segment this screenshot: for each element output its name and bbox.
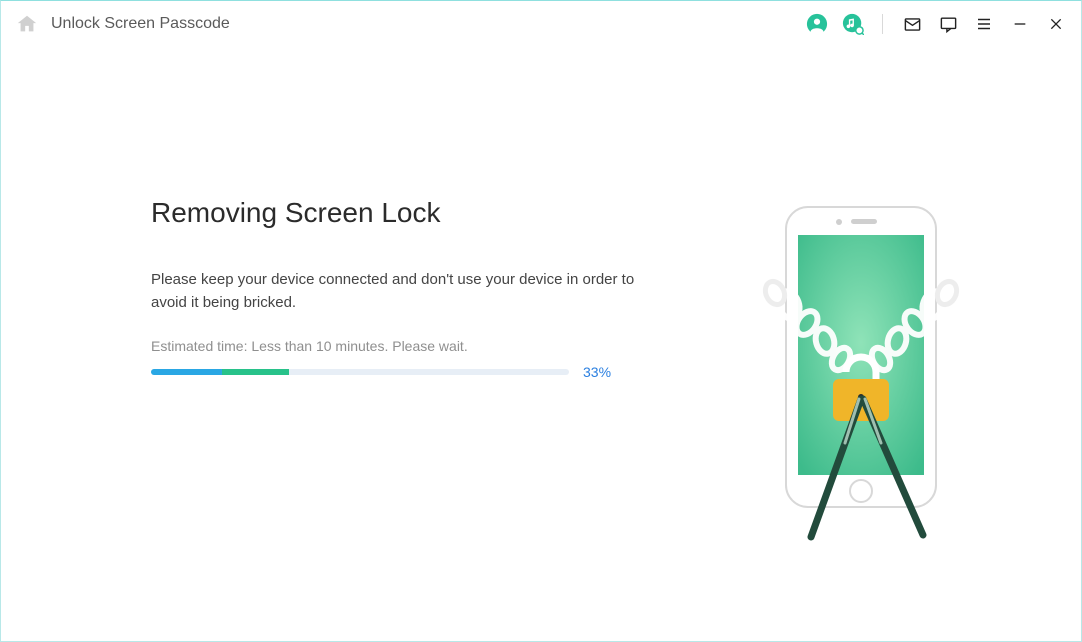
titlebar: Unlock Screen Passcode bbox=[1, 1, 1081, 47]
phone-unlock-illustration bbox=[751, 197, 1011, 557]
illustration bbox=[751, 197, 1011, 641]
close-button[interactable] bbox=[1045, 13, 1067, 35]
feedback-button[interactable] bbox=[937, 13, 959, 35]
instruction-text: Please keep your device connected and do… bbox=[151, 269, 641, 314]
menu-icon bbox=[975, 15, 993, 33]
heading: Removing Screen Lock bbox=[151, 197, 671, 229]
user-button[interactable] bbox=[806, 13, 828, 35]
music-search-button[interactable] bbox=[842, 13, 864, 35]
close-icon bbox=[1048, 16, 1064, 32]
mail-button[interactable] bbox=[901, 13, 923, 35]
minimize-icon bbox=[1012, 16, 1028, 32]
app-window: Unlock Screen Passcode bbox=[0, 0, 1082, 642]
minimize-button[interactable] bbox=[1009, 13, 1031, 35]
music-search-icon bbox=[842, 13, 864, 35]
menu-button[interactable] bbox=[973, 13, 995, 35]
left-column: Removing Screen Lock Please keep your de… bbox=[151, 167, 671, 641]
titlebar-actions bbox=[806, 13, 1067, 35]
home-button[interactable] bbox=[15, 12, 39, 36]
comment-icon bbox=[939, 15, 958, 34]
home-icon bbox=[16, 13, 38, 35]
progress-fill-1 bbox=[151, 369, 222, 375]
estimated-time: Estimated time: Less than 10 minutes. Pl… bbox=[151, 338, 671, 354]
content: Removing Screen Lock Please keep your de… bbox=[1, 47, 1081, 641]
divider bbox=[882, 14, 883, 34]
progress-fill-2 bbox=[222, 369, 289, 375]
progress-percent: 33% bbox=[583, 364, 611, 380]
mail-icon bbox=[903, 15, 922, 34]
user-icon bbox=[806, 13, 828, 35]
progress-row: 33% bbox=[151, 364, 671, 380]
progress-bar bbox=[151, 369, 569, 375]
page-title: Unlock Screen Passcode bbox=[51, 15, 230, 33]
